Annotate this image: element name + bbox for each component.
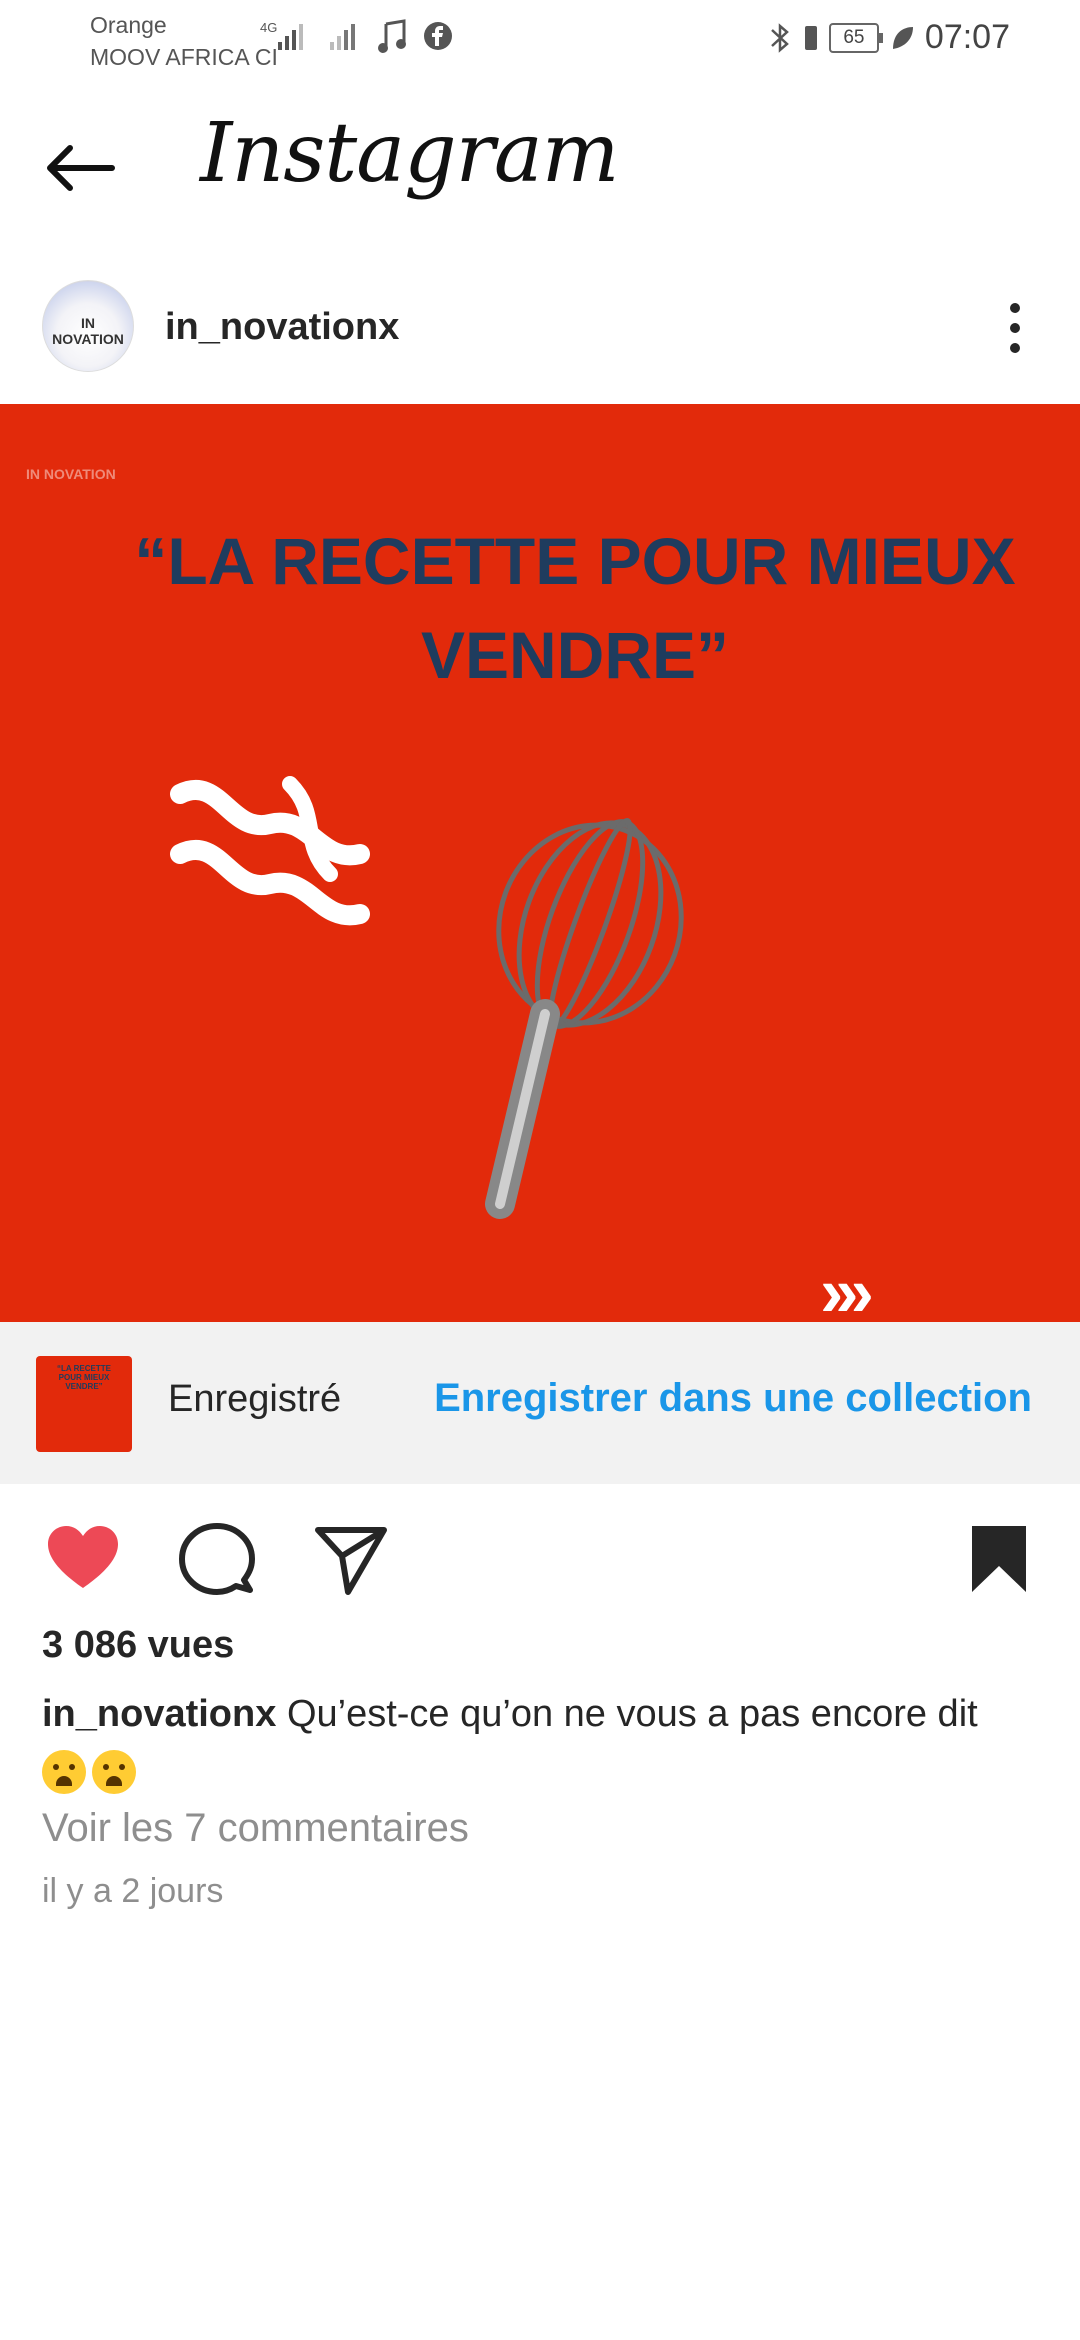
status-icons-right: 65 07:07 <box>767 18 1010 57</box>
carrier-name: Orange <box>90 12 167 38</box>
share-button[interactable] <box>312 1520 390 1598</box>
send-icon <box>315 1527 387 1595</box>
post-image[interactable]: IN NOVATION “LA RECETTE POUR MIEUX VENDR… <box>0 404 1080 1322</box>
next-arrows-icon: ››› <box>820 1253 874 1322</box>
like-button[interactable] <box>44 1520 122 1598</box>
post-author-row: IN NOVATION in_novationx <box>0 268 1080 402</box>
vibrate-icon <box>804 25 817 50</box>
bookmark-button[interactable] <box>960 1520 1038 1598</box>
weary-face-emoji-icon <box>42 1749 86 1794</box>
post-actions <box>0 1490 1080 1620</box>
brand-watermark: IN NOVATION <box>26 466 116 482</box>
status-icons-left: 4G <box>260 18 454 54</box>
post-caption: in_novationx Qu’est-ce qu’on ne vous a p… <box>42 1686 1052 1798</box>
avatar-logo-text: IN NOVATION <box>52 315 124 347</box>
battery-indicator: 65 <box>828 22 883 53</box>
bluetooth-icon <box>771 22 789 53</box>
app-header: Instagram <box>0 88 1080 248</box>
caption-username[interactable]: in_novationx <box>42 1693 276 1735</box>
instagram-logo: Instagram <box>200 106 619 201</box>
post-username[interactable]: in_novationx <box>165 306 399 349</box>
leaf-icon <box>892 26 913 49</box>
caption-text: Qu’est-ce qu’on ne vous a pas encore dit <box>286 1693 978 1735</box>
post-headline: “LA RECETTE POUR MIEUX VENDRE” <box>134 524 1016 692</box>
save-to-collection-link[interactable]: Enregistrer dans une collection <box>434 1376 1032 1421</box>
facebook-icon <box>424 22 452 50</box>
heart-filled-icon <box>48 1526 118 1588</box>
status-bar: Orange MOOV AFRICA CI 4G 65 07:07 <box>0 0 1080 80</box>
steam-swirls <box>170 776 370 926</box>
post-timestamp: il y a 2 jours <box>42 1872 224 1910</box>
saved-thumbnail: “LA RECETTE POUR MIEUX VENDRE” <box>36 1356 132 1452</box>
clock: 07:07 <box>924 18 1010 56</box>
view-comments-link[interactable]: Voir les 7 commentaires <box>42 1806 469 1851</box>
music-icon <box>378 19 406 53</box>
view-count: 3 086 vues <box>42 1624 235 1666</box>
avatar[interactable]: IN NOVATION <box>42 280 134 372</box>
more-options-button[interactable] <box>1000 298 1030 358</box>
saved-status: Enregistré <box>168 1378 342 1420</box>
thumbnail-headline: “LA RECETTE POUR MIEUX VENDRE” <box>57 1364 111 1391</box>
back-button[interactable] <box>40 138 130 208</box>
signal-icon: 4G <box>260 20 303 50</box>
carrier-name-secondary: MOOV AFRICA CI <box>90 44 278 70</box>
bookmark-filled-icon <box>972 1526 1026 1592</box>
arrow-left-icon <box>47 145 115 191</box>
more-vertical-icon <box>1010 303 1020 353</box>
comment-button[interactable] <box>178 1520 256 1598</box>
sneezing-face-emoji-icon <box>92 1749 136 1794</box>
signal-icon-2 <box>330 24 355 50</box>
svg-text:4G: 4G <box>260 20 277 35</box>
comment-icon <box>179 1523 255 1595</box>
saved-bar: “LA RECETTE POUR MIEUX VENDRE” Enregistr… <box>0 1322 1080 1484</box>
whisk-icon <box>485 818 684 1219</box>
